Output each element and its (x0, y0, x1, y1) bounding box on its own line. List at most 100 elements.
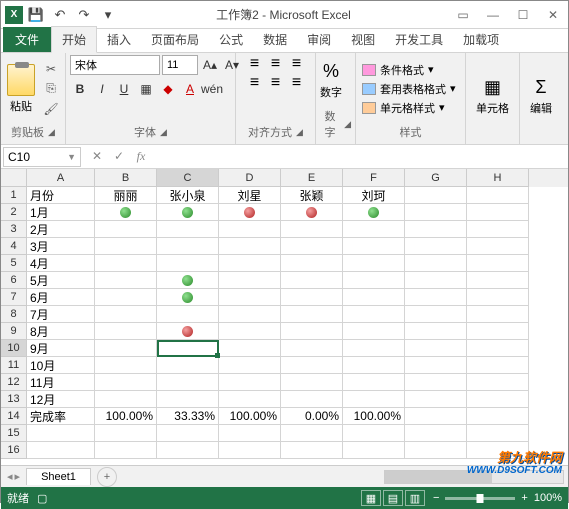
cell-G5[interactable] (405, 255, 467, 272)
increase-font-icon[interactable]: A▴ (200, 55, 220, 75)
cell-F7[interactable] (343, 289, 405, 306)
cell-styles-button[interactable]: 单元格样式▾ (360, 99, 458, 117)
close-icon[interactable]: ✕ (538, 4, 568, 26)
horizontal-scrollbar[interactable] (384, 470, 564, 484)
cell-A13[interactable]: 12月 (27, 391, 95, 408)
cell-C5[interactable] (157, 255, 219, 272)
cell-D14[interactable]: 100.00% (219, 408, 281, 425)
border-button[interactable]: ▦ (136, 79, 156, 99)
cell-F13[interactable] (343, 391, 405, 408)
save-icon[interactable]: 💾 (25, 4, 47, 26)
cell-A12[interactable]: 11月 (27, 374, 95, 391)
tab-insert[interactable]: 插入 (97, 27, 141, 52)
cell-C12[interactable] (157, 374, 219, 391)
clipboard-launcher-icon[interactable]: ◢ (48, 127, 55, 138)
cell-D3[interactable] (219, 221, 281, 238)
cell-B2[interactable] (95, 204, 157, 221)
format-as-table-button[interactable]: 套用表格格式▾ (360, 80, 458, 98)
cell-C2[interactable] (157, 204, 219, 221)
cell-B12[interactable] (95, 374, 157, 391)
cell-D13[interactable] (219, 391, 281, 408)
cell-G16[interactable] (405, 442, 467, 459)
col-header-F[interactable]: F (343, 169, 405, 187)
cell-G11[interactable] (405, 357, 467, 374)
cell-B5[interactable] (95, 255, 157, 272)
cell-C16[interactable] (157, 442, 219, 459)
cut-icon[interactable]: ✂ (41, 60, 61, 78)
cell-A8[interactable]: 7月 (27, 306, 95, 323)
cell-B13[interactable] (95, 391, 157, 408)
name-box[interactable]: C10▼ (3, 147, 81, 167)
normal-view-icon[interactable]: ▦ (361, 490, 381, 506)
cell-C13[interactable] (157, 391, 219, 408)
undo-icon[interactable]: ↶ (49, 4, 71, 26)
cell-D5[interactable] (219, 255, 281, 272)
col-header-A[interactable]: A (27, 169, 95, 187)
cell-C10[interactable] (157, 340, 219, 357)
cell-F4[interactable] (343, 238, 405, 255)
cell-E11[interactable] (281, 357, 343, 374)
row-header-12[interactable]: 12 (1, 374, 27, 391)
conditional-format-button[interactable]: 条件格式▾ (360, 61, 458, 79)
number-launcher-icon[interactable]: ◢ (344, 119, 351, 130)
cell-B3[interactable] (95, 221, 157, 238)
formula-input[interactable] (155, 147, 568, 167)
cell-A1[interactable]: 月份 (27, 187, 95, 204)
align-top-icon[interactable]: ≡ (245, 55, 265, 73)
cell-A3[interactable]: 2月 (27, 221, 95, 238)
tab-home[interactable]: 开始 (51, 26, 97, 53)
cell-D16[interactable] (219, 442, 281, 459)
cell-D2[interactable] (219, 204, 281, 221)
cell-G6[interactable] (405, 272, 467, 289)
cells-button[interactable]: ▦单元格 (470, 77, 515, 116)
cell-A7[interactable]: 6月 (27, 289, 95, 306)
cell-G9[interactable] (405, 323, 467, 340)
tab-developer[interactable]: 开发工具 (385, 27, 453, 52)
cancel-formula-icon[interactable]: ✕ (87, 149, 107, 164)
row-header-9[interactable]: 9 (1, 323, 27, 340)
cell-G8[interactable] (405, 306, 467, 323)
cell-G14[interactable] (405, 408, 467, 425)
cell-G13[interactable] (405, 391, 467, 408)
font-size-select[interactable] (162, 55, 198, 75)
cell-F2[interactable] (343, 204, 405, 221)
cell-E15[interactable] (281, 425, 343, 442)
cell-H1[interactable] (467, 187, 529, 204)
cell-H15[interactable] (467, 425, 529, 442)
cell-G12[interactable] (405, 374, 467, 391)
tab-page-layout[interactable]: 页面布局 (141, 27, 209, 52)
cell-C6[interactable] (157, 272, 219, 289)
cell-H13[interactable] (467, 391, 529, 408)
tab-file[interactable]: 文件 (3, 27, 51, 52)
fx-icon[interactable]: fx (131, 149, 151, 164)
cell-A9[interactable]: 8月 (27, 323, 95, 340)
zoom-level[interactable]: 100% (534, 492, 562, 504)
tab-formulas[interactable]: 公式 (209, 27, 253, 52)
col-header-H[interactable]: H (467, 169, 529, 187)
row-header-3[interactable]: 3 (1, 221, 27, 238)
cell-F1[interactable]: 刘珂 (343, 187, 405, 204)
cell-G1[interactable] (405, 187, 467, 204)
cell-G15[interactable] (405, 425, 467, 442)
cell-E8[interactable] (281, 306, 343, 323)
zoom-in-icon[interactable]: + (521, 492, 527, 504)
cell-A14[interactable]: 完成率 (27, 408, 95, 425)
cell-B10[interactable] (95, 340, 157, 357)
col-header-G[interactable]: G (405, 169, 467, 187)
cell-E12[interactable] (281, 374, 343, 391)
cell-B1[interactable]: 丽丽 (95, 187, 157, 204)
tab-view[interactable]: 视图 (341, 27, 385, 52)
cell-B15[interactable] (95, 425, 157, 442)
font-color-button[interactable]: A (180, 79, 200, 99)
cell-E10[interactable] (281, 340, 343, 357)
cell-B4[interactable] (95, 238, 157, 255)
cell-D15[interactable] (219, 425, 281, 442)
cell-G2[interactable] (405, 204, 467, 221)
cell-H2[interactable] (467, 204, 529, 221)
cell-A4[interactable]: 3月 (27, 238, 95, 255)
tab-addins[interactable]: 加载项 (453, 27, 509, 52)
maximize-icon[interactable]: ☐ (508, 4, 538, 26)
sheet-nav-last-icon[interactable]: ▸ (15, 470, 21, 483)
tab-data[interactable]: 数据 (253, 27, 297, 52)
cell-H14[interactable] (467, 408, 529, 425)
